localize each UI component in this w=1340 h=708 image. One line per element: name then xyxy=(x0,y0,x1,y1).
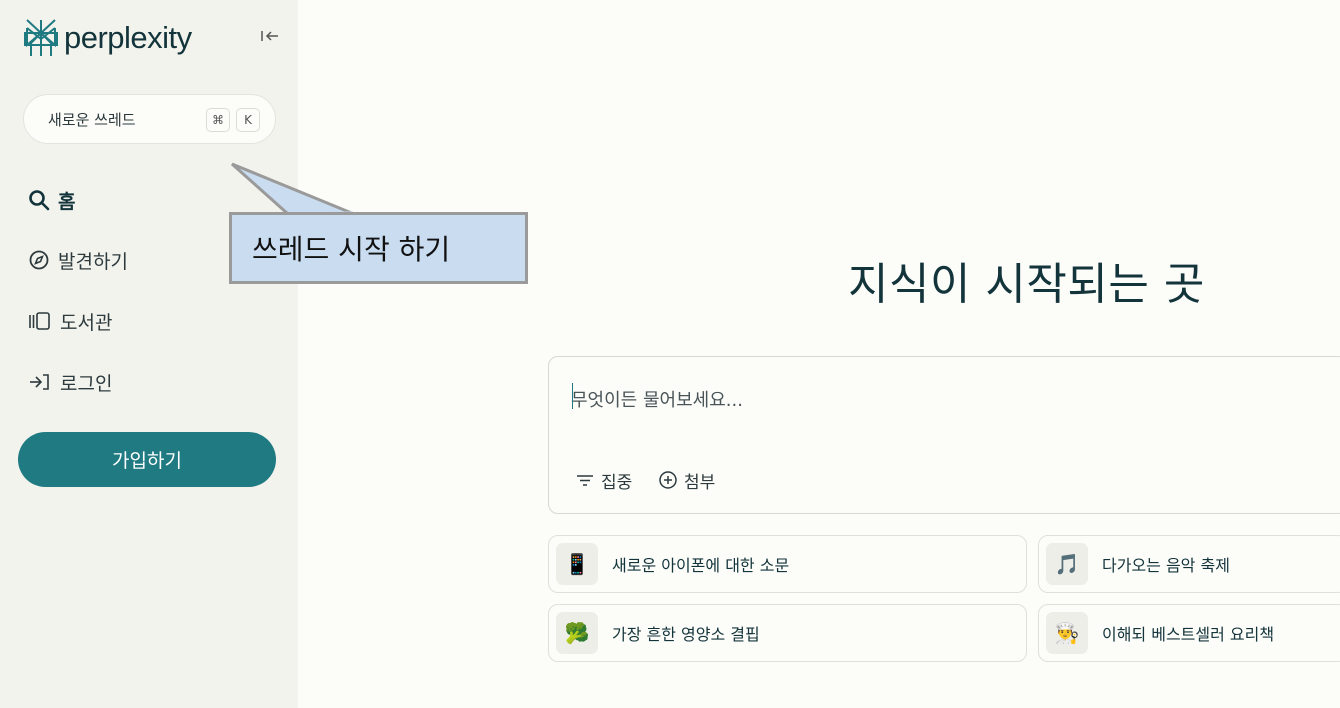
focus-button[interactable]: 집중 xyxy=(575,467,632,493)
suggestion-card[interactable]: 🎵 다가오는 음악 축제 xyxy=(1038,535,1340,593)
callout-box: 쓰레드 시작 하기 xyxy=(229,212,528,284)
collapse-icon xyxy=(261,31,278,41)
callout-pointer xyxy=(231,162,355,217)
suggestion-card[interactable]: 📱 새로운 아이폰에 대한 소문 xyxy=(548,535,1027,593)
sidebar-item-login[interactable]: 로그인 xyxy=(28,367,112,397)
logo-text: perplexity xyxy=(64,20,192,55)
music-note-icon: 🎵 xyxy=(1046,543,1088,585)
signup-button[interactable]: 가입하기 xyxy=(18,432,276,487)
attach-label: 첨부 xyxy=(684,472,716,493)
sidebar-item-label: 로그인 xyxy=(60,372,113,395)
login-icon xyxy=(30,374,49,390)
sidebar-item-discover[interactable]: 발견하기 xyxy=(28,245,128,275)
suggestion-card[interactable]: 🥦 가장 흔한 영양소 결핍 xyxy=(548,604,1027,662)
collapse-sidebar-button[interactable] xyxy=(258,24,282,48)
suggestion-label: 다가오는 음악 축제 xyxy=(1102,556,1230,575)
suggestion-label: 새로운 아이폰에 대한 소문 xyxy=(612,556,790,575)
sidebar-item-home[interactable]: 홈 xyxy=(28,185,75,215)
suggestion-label: 이해되 베스트셀러 요리책 xyxy=(1102,625,1275,644)
sidebar-item-label: 발견하기 xyxy=(58,250,128,273)
logo[interactable]: perplexity xyxy=(24,16,192,60)
sidebar: perplexity 새로운 쓰레드 ⌘ K 홈 발견하기 도서관 로그인 가입… xyxy=(0,0,298,708)
chef-icon: 👨‍🍳 xyxy=(1046,612,1088,654)
sidebar-item-library[interactable]: 도서관 xyxy=(28,306,112,336)
perplexity-logo-icon xyxy=(24,19,58,56)
suggestion-card[interactable]: 👨‍🍳 이해되 베스트셀러 요리책 xyxy=(1038,604,1340,662)
new-thread-button[interactable]: 새로운 쓰레드 ⌘ K xyxy=(23,94,276,144)
filter-icon xyxy=(577,475,593,486)
suggestion-label: 가장 흔한 영양소 결핍 xyxy=(612,625,760,644)
broccoli-icon: 🥦 xyxy=(556,612,598,654)
attach-button[interactable]: 첨부 xyxy=(658,467,715,493)
plus-circle-icon xyxy=(659,471,677,489)
search-input[interactable] xyxy=(571,385,1271,415)
search-box: 집중 첨부 xyxy=(548,356,1340,514)
phone-icon: 📱 xyxy=(556,543,598,585)
sidebar-item-label: 홈 xyxy=(58,190,76,213)
text-cursor xyxy=(572,383,573,409)
library-icon xyxy=(29,312,50,330)
shortcut-cmd-key: ⌘ xyxy=(206,108,230,132)
sidebar-item-label: 도서관 xyxy=(60,311,113,334)
compass-icon xyxy=(29,250,49,270)
shortcut-k-key: K xyxy=(236,108,260,132)
page-title: 지식이 시작되는 곳 xyxy=(848,259,1205,310)
search-icon xyxy=(29,190,50,211)
new-thread-label: 새로운 쓰레드 xyxy=(48,110,136,129)
focus-label: 집중 xyxy=(601,472,633,493)
